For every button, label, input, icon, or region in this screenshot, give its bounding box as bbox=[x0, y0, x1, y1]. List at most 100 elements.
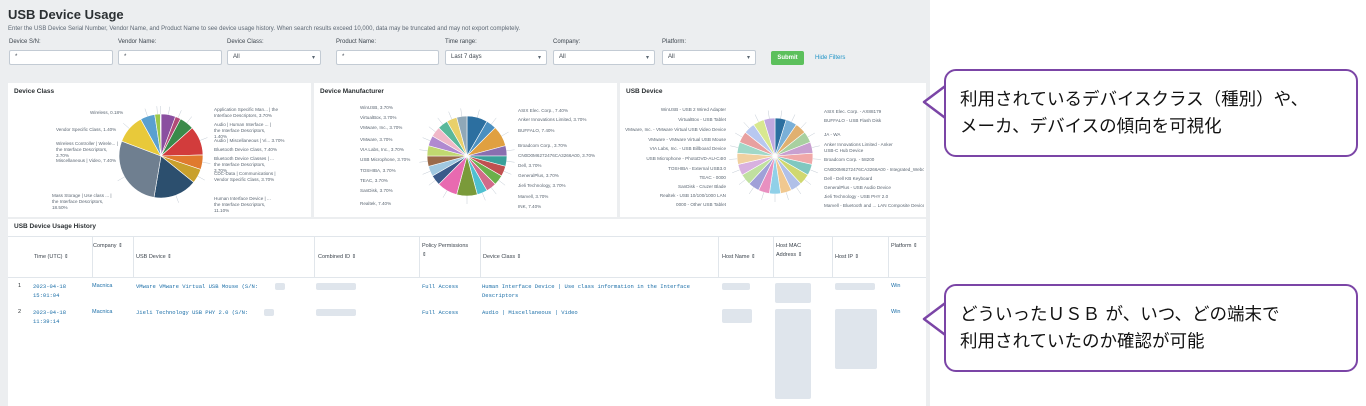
pie-leader-line bbox=[437, 117, 443, 125]
callout-top-line: 利用されているデバイスクラス（種別）や、 bbox=[960, 90, 1309, 110]
pie-leader-line bbox=[422, 137, 431, 141]
pie-leader-line bbox=[754, 114, 759, 122]
usb-device-cell[interactable]: Jieli Technology USB PHY 2.0 (S/N: bbox=[136, 308, 248, 317]
usb-device-panel: USB Device WinUSB - USB 2 Wired Adapter … bbox=[620, 83, 926, 217]
pie-label: Jieli Technology, 3.70% bbox=[518, 183, 566, 188]
device-class-label: Device Class: bbox=[227, 39, 264, 45]
pie-leader-line bbox=[732, 169, 740, 174]
callout-bottom: どういったＵＳＢ が、いつ、どの端末で 利用されていたのか確認が可能 bbox=[944, 284, 1358, 372]
table-row[interactable]: 1 2023-04-18 15:01:04 Macnica VMware VMw… bbox=[8, 279, 926, 305]
callout-top-line: メーカ、デバイスの傾向を可視化 bbox=[960, 117, 1222, 137]
pie-leader-line bbox=[177, 110, 182, 118]
column-header[interactable]: USB Device ⇕ bbox=[136, 253, 172, 262]
pie-leader-line bbox=[761, 192, 765, 201]
pie-leader-line bbox=[419, 160, 428, 163]
submit-button[interactable]: Submit bbox=[771, 51, 804, 65]
platform-cell[interactable]: Win bbox=[891, 282, 900, 291]
pie-leader-line bbox=[419, 149, 428, 152]
product-name-input[interactable]: * bbox=[336, 50, 439, 65]
redacted-mac bbox=[775, 283, 811, 303]
pie-label: VMware - VMware Virtual USB Mouse bbox=[648, 137, 726, 142]
pie-label: VIA Labs, Inc., 3.70% bbox=[360, 147, 404, 152]
pie-label: USB Microphone, 3.70% bbox=[360, 157, 411, 162]
column-header[interactable]: Time (UTC) ⇕ bbox=[34, 253, 69, 262]
column-header[interactable]: Platform ⇕ bbox=[891, 242, 921, 251]
pie-leader-line bbox=[730, 145, 739, 148]
table-row[interactable]: 2 2023-04-18 11:39:14 Macnica Jieli Tech… bbox=[8, 305, 926, 405]
pie-label: TEAC, 3.70% bbox=[360, 178, 388, 183]
pie-leader-line bbox=[156, 106, 158, 115]
pie-leader-line bbox=[428, 180, 436, 186]
pie-label: Realtek, 7.40% bbox=[360, 201, 392, 206]
vendor-name-input[interactable]: * bbox=[118, 50, 222, 65]
column-header[interactable]: Combined ID ⇕ bbox=[318, 253, 356, 262]
pie-leader-line bbox=[197, 176, 205, 181]
device-class-select[interactable]: All bbox=[227, 50, 321, 65]
pie-leader-line bbox=[738, 179, 746, 185]
pie-label: CN0D0M6272476CA3266A00 - Integrated_Webc… bbox=[824, 167, 924, 172]
pie-leader-line bbox=[796, 187, 802, 195]
column-header[interactable]: Host MAC Address ⇕ bbox=[776, 242, 820, 260]
pie-label: BUFFALO - USB Flash Disk bbox=[824, 118, 882, 123]
column-header[interactable]: Device Class ⇕ bbox=[483, 253, 521, 262]
device-sn-label: Device S/N: bbox=[9, 39, 41, 45]
redacted-ip bbox=[835, 309, 877, 369]
dashboard: USB Device Usage Enter the USB Device Se… bbox=[0, 0, 930, 406]
pie-label: 0000 - Other USB Tablet bbox=[676, 202, 726, 207]
callout-top: 利用されているデバイスクラス（種別）や、 メーカ、デバイスの傾向を可視化 bbox=[944, 69, 1358, 157]
column-header[interactable]: Host Name ⇕ bbox=[722, 253, 756, 262]
pie-leader-line bbox=[735, 132, 743, 138]
pie-label: CN0D0M6272476CA3266A00, 3.70% bbox=[518, 153, 596, 158]
time-cell: 2023-04-18 15:01:04 bbox=[33, 283, 67, 299]
platform-label: Platform: bbox=[662, 39, 687, 45]
pie-leader-line bbox=[810, 169, 818, 174]
pie-leader-line bbox=[807, 132, 815, 138]
pie-leader-line bbox=[506, 160, 515, 163]
redacted-ip bbox=[835, 283, 875, 290]
column-header[interactable]: Host IP ⇕ bbox=[835, 253, 859, 262]
redacted-combined-id bbox=[316, 309, 356, 316]
pie-leader-line bbox=[780, 110, 783, 119]
pie-label: ASIX Elec. Corp. - AX88179 bbox=[824, 109, 882, 114]
policy-cell[interactable]: Full Access bbox=[422, 282, 458, 291]
column-header[interactable]: Policy Permissions ⇕ bbox=[422, 242, 472, 260]
company-select[interactable]: All bbox=[553, 50, 655, 65]
platform-cell[interactable]: Win bbox=[891, 308, 900, 317]
redacted-combined-id bbox=[316, 283, 356, 290]
pie-label: SanDisk - Cruzer Blade bbox=[678, 184, 726, 189]
column-header[interactable]: Company ⇕ bbox=[93, 242, 129, 251]
pie-label: Miscellaneous | Video, 7.40% bbox=[56, 158, 117, 163]
time-range-select[interactable]: Last 7 days bbox=[445, 50, 547, 65]
pie-leader-line bbox=[175, 195, 179, 203]
hide-filters-link[interactable]: Hide Filters bbox=[815, 55, 845, 61]
redacted-mac bbox=[775, 309, 811, 399]
pie-leader-line bbox=[506, 149, 515, 152]
product-name-label: Product Name: bbox=[336, 39, 377, 45]
pie-leader-line bbox=[186, 116, 192, 124]
pie-label: Human Interface Device | ... the Interfa… bbox=[214, 196, 271, 213]
pie-label: WinUSB, 3.70% bbox=[360, 105, 393, 110]
pie-label: Marvell - Bluetooth and ... LAN Composit… bbox=[824, 203, 924, 208]
company-cell[interactable]: Macnica bbox=[92, 308, 112, 317]
device-class-cell[interactable]: Human Interface Device | Use class infor… bbox=[482, 282, 707, 300]
device-sn-input[interactable]: * bbox=[9, 50, 113, 65]
time-cell: 2023-04-18 11:39:14 bbox=[33, 309, 67, 325]
pie-label: TEAC - 0000 bbox=[699, 175, 726, 180]
pie-leader-line bbox=[491, 187, 497, 195]
policy-cell[interactable]: Full Access bbox=[422, 308, 458, 317]
device-class-cell[interactable]: Audio | Miscellaneous | Video bbox=[482, 308, 578, 317]
usb-device-cell[interactable]: VMware VMware Virtual USB Mouse (S/N: bbox=[136, 282, 258, 291]
pie-leader-line bbox=[460, 108, 463, 117]
pie-label: Marvell, 3.70% bbox=[518, 194, 549, 199]
pie-label: JA - WA bbox=[824, 132, 841, 137]
platform-select[interactable]: All bbox=[662, 50, 756, 65]
pie-label: Application Specific Man... | the Interf… bbox=[214, 107, 279, 118]
redacted-hostname bbox=[722, 309, 752, 323]
pie-leader-line bbox=[428, 126, 436, 132]
company-cell[interactable]: Macnica bbox=[92, 282, 112, 291]
pie-leader-line bbox=[199, 137, 208, 141]
pie-leader-line bbox=[123, 123, 130, 129]
redacted-hostname bbox=[722, 283, 750, 290]
pie-leader-line bbox=[442, 190, 448, 198]
pie-label: INK, 7.40% bbox=[518, 204, 542, 209]
